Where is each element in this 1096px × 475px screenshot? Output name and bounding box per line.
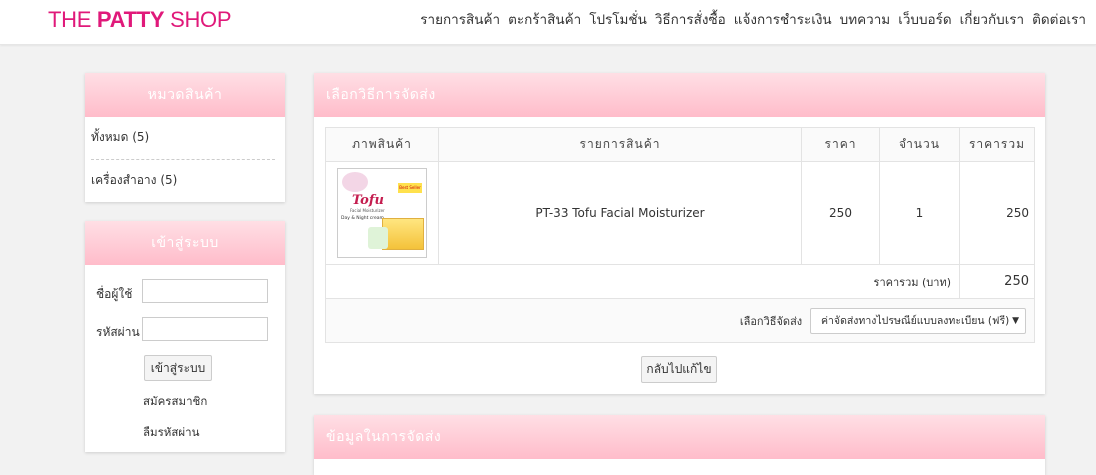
login-title: เข้าสู่ระบบ bbox=[85, 221, 285, 265]
nav-webboard[interactable]: เว็บบอร์ด bbox=[898, 10, 951, 30]
table-row: Tofu Facial Moisturizer Best Seller Day … bbox=[325, 161, 1035, 265]
top-bar: THE PATTY SHOP รายการสินค้า ตะกร้าสินค้า… bbox=[0, 0, 1096, 45]
product-thumbnail[interactable]: Tofu Facial Moisturizer Best Seller Day … bbox=[337, 168, 427, 258]
shipping-title: เลือกวิธีการจัดส่ง bbox=[314, 73, 1045, 117]
delivery-panel: ข้อมูลในการจัดส่ง bbox=[314, 415, 1045, 475]
shipping-panel: เลือกวิธีการจัดส่ง ภาพสินค้า รายการสินค้… bbox=[314, 73, 1045, 394]
shipping-method-select[interactable]: ค่าจัดส่งทางไปรษณีย์แบบลงทะเบียน (ฟรี) ▼ bbox=[810, 307, 1026, 334]
nav-cart[interactable]: ตะกร้าสินค้า bbox=[508, 10, 581, 30]
total-label: ราคารวม (บาท) bbox=[325, 264, 960, 299]
brand-logo[interactable]: THE PATTY SHOP bbox=[48, 7, 232, 33]
username-input[interactable] bbox=[142, 279, 268, 303]
shipping-method-row: เลือกวิธีจัดส่ง ค่าจัดส่งทางไปรษณีย์แบบล… bbox=[325, 298, 1035, 343]
nav-payment-notice[interactable]: แจ้งการชำระเงิน bbox=[734, 10, 832, 30]
total-row: ราคารวม (บาท) 250 bbox=[325, 264, 1035, 299]
shipping-method-label: เลือกวิธีจัดส่ง bbox=[739, 314, 803, 328]
category-cosmetics[interactable]: เครื่องสำอาง (5) bbox=[85, 160, 285, 202]
categories-title: หมวดสินค้า bbox=[85, 73, 285, 117]
username-label: ชื่อผู้ใช้ bbox=[96, 287, 133, 301]
best-seller-badge: Best Seller bbox=[398, 183, 422, 193]
nav-how-to-order[interactable]: วิธีการสั่งซื้อ bbox=[655, 10, 726, 30]
product-box-icon bbox=[382, 218, 424, 250]
categories-panel: หมวดสินค้า ทั้งหมด (5) เครื่องสำอาง (5) bbox=[85, 73, 285, 202]
delivery-title: ข้อมูลในการจัดส่ง bbox=[314, 415, 1045, 459]
col-qty: จำนวน bbox=[879, 127, 960, 162]
shipping-method-value: ค่าจัดส่งทางไปรษณีย์แบบลงทะเบียน (ฟรี) bbox=[821, 314, 1010, 327]
cart-header-row: ภาพสินค้า รายการสินค้า ราคา จำนวน ราคารว… bbox=[325, 127, 1035, 162]
forgot-password-link[interactable]: ลืมรหัสผ่าน bbox=[143, 424, 199, 442]
password-input[interactable] bbox=[142, 317, 268, 341]
product-qty: 1 bbox=[879, 161, 960, 265]
category-all[interactable]: ทั้งหมด (5) bbox=[85, 117, 285, 159]
product-brand-text: Tofu bbox=[352, 193, 384, 208]
product-line-text: Day & Night cream bbox=[341, 216, 384, 221]
back-to-edit-button[interactable]: กลับไปแก้ไข bbox=[641, 356, 717, 383]
product-sub-text: Facial Moisturizer bbox=[350, 208, 385, 213]
nav-promotions[interactable]: โปรโมชั่น bbox=[589, 10, 647, 30]
product-image-cell: Tofu Facial Moisturizer Best Seller Day … bbox=[325, 161, 439, 265]
nav-articles[interactable]: บทความ bbox=[840, 10, 891, 30]
cart-table: ภาพสินค้า รายการสินค้า ราคา จำนวน ราคารว… bbox=[325, 127, 1035, 343]
chevron-down-icon: ▼ bbox=[1012, 315, 1019, 326]
col-price: ราคา bbox=[801, 127, 880, 162]
col-total: ราคารวม bbox=[959, 127, 1035, 162]
total-value: 250 bbox=[959, 264, 1035, 299]
register-link[interactable]: สมัครสมาชิก bbox=[143, 393, 207, 411]
nav-contact[interactable]: ติดต่อเรา bbox=[1032, 10, 1086, 30]
product-name: PT-33 Tofu Facial Moisturizer bbox=[438, 161, 802, 265]
product-jar-icon bbox=[368, 227, 388, 249]
password-label: รหัสผ่าน bbox=[96, 325, 140, 339]
product-total: 250 bbox=[959, 161, 1035, 265]
login-button[interactable]: เข้าสู่ระบบ bbox=[144, 355, 212, 381]
col-item: รายการสินค้า bbox=[438, 127, 802, 162]
nav-products[interactable]: รายการสินค้า bbox=[420, 10, 500, 30]
nav-about[interactable]: เกี่ยวกับเรา bbox=[960, 10, 1024, 30]
logo-badge-icon bbox=[342, 172, 368, 192]
product-price: 250 bbox=[801, 161, 880, 265]
col-image: ภาพสินค้า bbox=[325, 127, 439, 162]
main-nav: รายการสินค้า ตะกร้าสินค้า โปรโมชั่น วิธี… bbox=[412, 10, 1086, 30]
login-panel: เข้าสู่ระบบ ชื่อผู้ใช้ รหัสผ่าน เข้าสู่ร… bbox=[85, 221, 285, 452]
